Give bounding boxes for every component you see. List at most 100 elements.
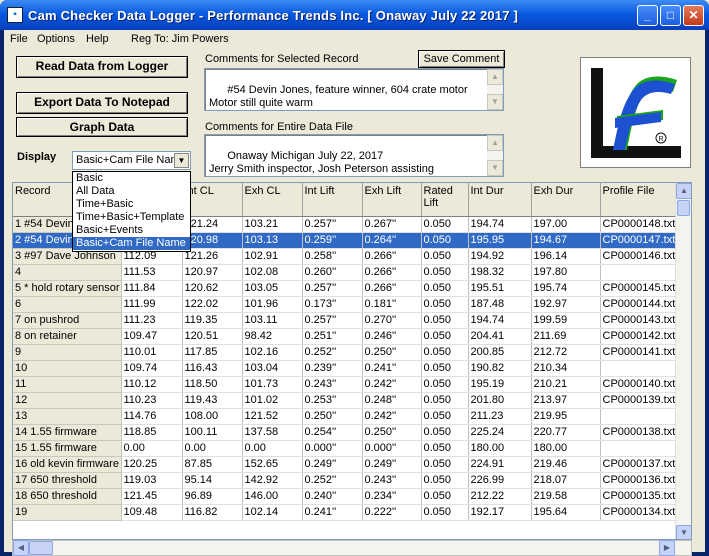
table-cell[interactable]: 103.04 [242,360,303,377]
table-cell[interactable]: 120.25 [121,456,183,473]
table-cell[interactable]: 212.22 [468,488,532,505]
close-button[interactable]: ✕ [683,5,704,26]
table-cell[interactable]: 192.97 [531,296,601,313]
table-cell[interactable]: 102.08 [242,264,303,281]
table-cell[interactable]: 101.96 [242,296,303,313]
table-cell[interactable]: 0.050 [421,440,469,457]
record-cell[interactable]: 10 [13,360,122,377]
table-row[interactable]: 10 109.74 116.43 103.04 0.239'' 0.241'' 0.050 1… [13,360,690,377]
table-cell[interactable]: 0.243'' [302,376,363,393]
column-header[interactable]: Exh Dur [531,183,601,217]
table-cell[interactable]: 152.65 [242,456,303,473]
title-bar[interactable]: ▪ Cam Checker Data Logger - Performance … [0,0,709,30]
table-cell[interactable]: 219.95 [531,408,601,425]
table-cell[interactable]: 109.74 [121,360,183,377]
table-cell[interactable]: 0.264'' [362,232,422,249]
table-cell[interactable]: 103.21 [242,216,303,233]
table-cell[interactable]: 210.34 [531,360,601,377]
table-cell[interactable]: 0.250'' [362,344,422,361]
table-cell[interactable]: 117.85 [182,344,243,361]
table-cell[interactable]: 102.14 [242,504,303,521]
maximize-button[interactable]: □ [660,5,681,26]
read-data-button[interactable]: Read Data from Logger [16,56,188,78]
table-cell[interactable]: 120.62 [182,280,243,297]
table-cell[interactable]: 0.258'' [302,248,363,265]
table-cell[interactable]: 121.24 [182,216,243,233]
table-cell[interactable]: 0.00 [121,440,183,457]
table-cell[interactable]: 213.97 [531,392,601,409]
record-cell[interactable]: 7 on pushrod [13,312,122,329]
table-cell[interactable]: 0.266'' [362,248,422,265]
table-cell[interactable]: 0.249'' [362,456,422,473]
table-cell[interactable]: 122.02 [182,296,243,313]
scroll-down-arrow-icon[interactable]: ▼ [487,94,503,110]
table-cell[interactable]: 0.249'' [302,456,363,473]
table-row[interactable]: 5 * hold rotary sensor 111.84 120.62 103.05… [13,280,690,297]
table-cell[interactable]: 0.259'' [302,232,363,249]
table-cell[interactable]: 0.254'' [302,424,363,441]
record-cell[interactable]: 8 on retainer [13,328,122,345]
scroll-up-arrow-icon[interactable]: ▲ [676,183,691,199]
table-cell[interactable]: 211.69 [531,328,601,345]
table-cell[interactable]: 195.95 [468,232,532,249]
table-cell[interactable]: 100.11 [182,424,243,441]
table-cell[interactable]: 0.239'' [302,360,363,377]
table-row[interactable]: 7 on pushrod 111.23 119.35 103.11 0.257'' 0.2… [13,312,690,329]
record-cell[interactable]: 14 1.55 firmware [13,424,122,441]
table-cell[interactable]: 142.92 [242,472,303,489]
table-cell[interactable]: 204.41 [468,328,532,345]
menu-help[interactable]: Help [86,33,109,45]
table-cell[interactable]: 212.72 [531,344,601,361]
table-row[interactable]: 16 old kevin firmware 120.25 87.85 152.65 0.… [13,456,690,473]
record-cell[interactable]: 16 old kevin firmware [13,456,122,473]
table-cell[interactable]: 195.51 [468,280,532,297]
table-cell[interactable]: 114.76 [121,408,183,425]
table-cell[interactable]: 111.99 [121,296,183,313]
comment-scrollbar[interactable]: ▲ ▼ [487,69,503,110]
table-cell[interactable]: 0.050 [421,472,469,489]
table-row[interactable]: 11 110.12 118.50 101.73 0.243'' 0.242'' 0.050 1… [13,376,690,393]
table-cell[interactable]: 98.42 [242,328,303,345]
table-cell[interactable]: 109.47 [121,328,183,345]
table-cell[interactable]: 0.257'' [302,216,363,233]
record-cell[interactable]: 11 [13,376,122,393]
table-cell[interactable]: 0.050 [421,264,469,281]
table-cell[interactable]: 0.050 [421,344,469,361]
table-cell[interactable]: 120.51 [182,328,243,345]
record-cell[interactable]: 15 1.55 firmware [13,440,122,457]
table-cell[interactable]: 121.52 [242,408,303,425]
table-cell[interactable]: 0.253'' [302,392,363,409]
table-cell[interactable]: 0.240'' [302,488,363,505]
table-cell[interactable]: 118.50 [182,376,243,393]
table-row[interactable]: 4 111.53 120.97 102.08 0.260'' 0.266'' 0.050 19… [13,264,690,281]
grid-horizontal-scrollbar[interactable]: ◀ ▶ [12,540,692,556]
table-row[interactable]: 18 650 threshold 121.45 96.89 146.00 0.240''… [13,488,690,505]
table-cell[interactable]: 0.257'' [302,312,363,329]
table-cell[interactable]: 0.050 [421,280,469,297]
export-notepad-button[interactable]: Export Data To Notepad [16,92,188,114]
table-cell[interactable]: 0.243'' [362,472,422,489]
table-cell[interactable]: 0.251'' [302,328,363,345]
table-cell[interactable]: 0.181'' [362,296,422,313]
table-cell[interactable]: 0.270'' [362,312,422,329]
table-row[interactable]: 15 1.55 firmware 0.00 0.00 0.00 0.000'' 0.000… [13,440,690,457]
table-cell[interactable]: 0.050 [421,392,469,409]
table-cell[interactable]: 0.050 [421,424,469,441]
table-row[interactable]: 12 110.23 119.43 101.02 0.253'' 0.248'' 0.050 2… [13,392,690,409]
table-cell[interactable]: 200.85 [468,344,532,361]
table-cell[interactable]: 0.267'' [362,216,422,233]
table-cell[interactable]: 195.19 [468,376,532,393]
table-cell[interactable]: 120.98 [182,232,243,249]
display-option[interactable]: Time+Basic [73,198,190,211]
table-cell[interactable]: 118.85 [121,424,183,441]
display-dropdown-list[interactable]: Basic All Data Time+Basic Time+Basic+Templa… [72,171,191,252]
table-cell[interactable]: 0.250'' [362,424,422,441]
column-header[interactable]: Rated Lift [421,183,469,217]
column-header[interactable]: Exh CL [242,183,303,217]
table-cell[interactable]: 0.234'' [362,488,422,505]
table-cell[interactable]: 0.266'' [362,280,422,297]
display-option[interactable]: Basic+Events [73,224,190,237]
table-cell[interactable]: 220.77 [531,424,601,441]
table-cell[interactable]: 116.82 [182,504,243,521]
table-cell[interactable]: 0.260'' [302,264,363,281]
